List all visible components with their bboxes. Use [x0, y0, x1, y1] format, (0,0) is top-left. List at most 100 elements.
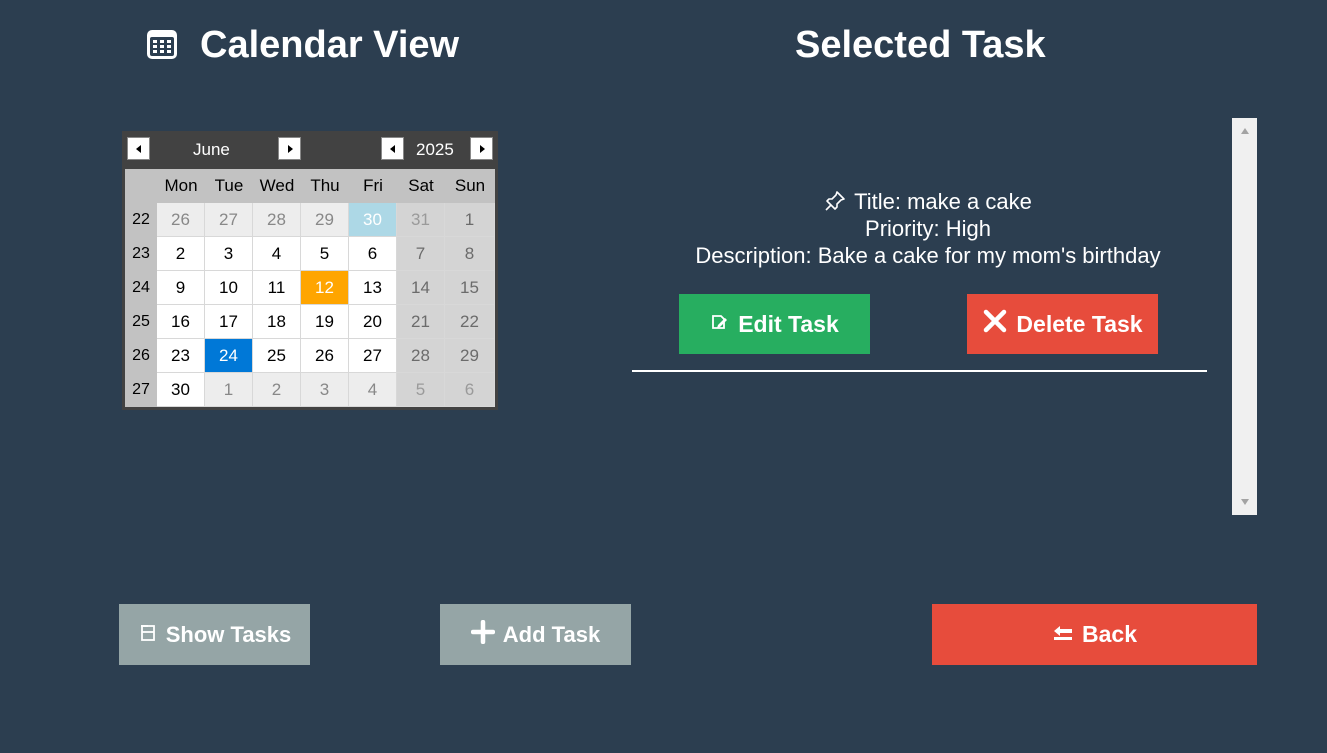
calendar-week-row: 22 26 27 28 29 30 31 1 [125, 203, 495, 237]
calendar-day[interactable]: 31 [397, 203, 445, 237]
weekday-header: Wed [253, 169, 301, 203]
plus-icon [470, 619, 496, 650]
calendar-day[interactable]: 26 [301, 339, 349, 373]
edit-icon [710, 311, 730, 338]
calendar-day[interactable]: 29 [445, 339, 495, 373]
delete-task-label: Delete Task [1016, 310, 1143, 337]
prev-month-button[interactable] [127, 137, 150, 160]
calendar-day[interactable]: 27 [205, 203, 253, 237]
calendar-grid: Mon Tue Wed Thu Fri Sat Sun 22 26 27 28 29 30… [125, 169, 495, 407]
left-arrow-icon [135, 144, 141, 153]
calendar-day[interactable]: 10 [205, 271, 253, 305]
calendar-day[interactable]: 2 [157, 237, 205, 271]
left-arrow-icon [389, 144, 395, 153]
week-number: 22 [125, 203, 157, 237]
calendar-day[interactable]: 14 [397, 271, 445, 305]
calendar-day[interactable]: 16 [157, 305, 205, 339]
calendar-day[interactable]: 28 [253, 203, 301, 237]
calendar-icon [144, 26, 180, 62]
calendar-day[interactable]: 1 [205, 373, 253, 407]
calendar-day[interactable]: 7 [397, 237, 445, 271]
weekday-header: Fri [349, 169, 397, 203]
calendar-day[interactable]: 27 [349, 339, 397, 373]
weekday-header: Tue [205, 169, 253, 203]
week-number: 23 [125, 237, 157, 271]
calendar-day[interactable]: 13 [349, 271, 397, 305]
calendar-day[interactable]: 30 [349, 203, 397, 237]
calendar-day[interactable]: 24 [205, 339, 253, 373]
calendar-day[interactable]: 28 [397, 339, 445, 373]
scroll-up-arrow-icon[interactable] [1232, 120, 1257, 142]
calendar-nav: June 2025 [122, 131, 498, 169]
calendar-day[interactable]: 18 [253, 305, 301, 339]
add-task-button[interactable]: Add Task [440, 604, 631, 665]
calendar-day[interactable]: 15 [445, 271, 495, 305]
week-number: 24 [125, 271, 157, 305]
calendar-day[interactable]: 30 [157, 373, 205, 407]
weekday-header: Sun [445, 169, 495, 203]
show-tasks-button[interactable]: Show Tasks [119, 604, 310, 665]
calendar-day[interactable]: 5 [397, 373, 445, 407]
calendar-day[interactable]: 11 [253, 271, 301, 305]
calendar-day[interactable]: 2 [253, 373, 301, 407]
calendar-day[interactable]: 9 [157, 271, 205, 305]
add-task-label: Add Task [502, 621, 601, 647]
edit-task-button[interactable]: Edit Task [679, 294, 870, 354]
calendar-day[interactable]: 17 [205, 305, 253, 339]
week-number-header [125, 169, 157, 203]
calendar-day[interactable]: 6 [445, 373, 495, 407]
calendar-day[interactable]: 20 [349, 305, 397, 339]
weekday-header: Mon [157, 169, 205, 203]
task-title: Title: make a cake [632, 188, 1224, 215]
calendar-day[interactable]: 21 [397, 305, 445, 339]
task-divider [632, 370, 1207, 372]
calendar-day[interactable]: 6 [349, 237, 397, 271]
calendar-day[interactable]: 23 [157, 339, 205, 373]
next-month-button[interactable] [278, 137, 301, 160]
scroll-down-arrow-icon[interactable] [1232, 491, 1257, 513]
weekday-header: Thu [301, 169, 349, 203]
pin-icon [824, 190, 846, 212]
task-priority: Priority: High [865, 216, 991, 241]
edit-task-label: Edit Task [738, 310, 839, 337]
back-button[interactable]: Back [932, 604, 1257, 665]
calendar-month: June [193, 140, 230, 159]
task-description: Description: Bake a cake for my mom's bi… [695, 243, 1161, 268]
week-number: 26 [125, 339, 157, 373]
calendar-week-row: 24 9 10 11 12 13 14 15 [125, 271, 495, 305]
list-icon [138, 622, 158, 648]
weekday-header: Sat [397, 169, 445, 203]
calendar-week-row: 27 30 1 2 3 4 5 6 [125, 373, 495, 407]
task-scrollbar[interactable] [1232, 118, 1257, 515]
next-year-button[interactable] [470, 137, 493, 160]
back-label: Back [1082, 621, 1137, 647]
calendar-week-row: 23 2 3 4 5 6 7 8 [125, 237, 495, 271]
close-icon [982, 308, 1008, 340]
calendar-day[interactable]: 26 [157, 203, 205, 237]
calendar-day[interactable]: 3 [205, 237, 253, 271]
calendar-view-heading-text: Calendar View [200, 24, 460, 66]
calendar-day[interactable]: 19 [301, 305, 349, 339]
week-number: 25 [125, 305, 157, 339]
calendar-day[interactable]: 25 [253, 339, 301, 373]
calendar-day[interactable]: 29 [301, 203, 349, 237]
weekday-header-row: Mon Tue Wed Thu Fri Sat Sun [125, 169, 495, 203]
right-arrow-icon [287, 144, 293, 153]
calendar-view-heading: Calendar View [144, 22, 459, 68]
calendar-day[interactable]: 1 [445, 203, 495, 237]
calendar-day[interactable]: 5 [301, 237, 349, 271]
prev-year-button[interactable] [381, 137, 404, 160]
show-tasks-label: Show Tasks [165, 621, 292, 647]
calendar-day[interactable]: 4 [349, 373, 397, 407]
task-title-text: Title: make a cake [854, 189, 1032, 214]
calendar-day[interactable]: 4 [253, 237, 301, 271]
calendar-day[interactable]: 8 [445, 237, 495, 271]
calendar-day[interactable]: 22 [445, 305, 495, 339]
calendar-widget: June 2025 Mon Tue Wed Thu Fri Sat Sun 22… [122, 131, 498, 410]
back-arrow-icon [1052, 621, 1074, 648]
calendar-day[interactable]: 12 [301, 271, 349, 305]
calendar-day[interactable]: 3 [301, 373, 349, 407]
calendar-year: 2025 [416, 140, 454, 159]
delete-task-button[interactable]: Delete Task [967, 294, 1158, 354]
week-number: 27 [125, 373, 157, 407]
